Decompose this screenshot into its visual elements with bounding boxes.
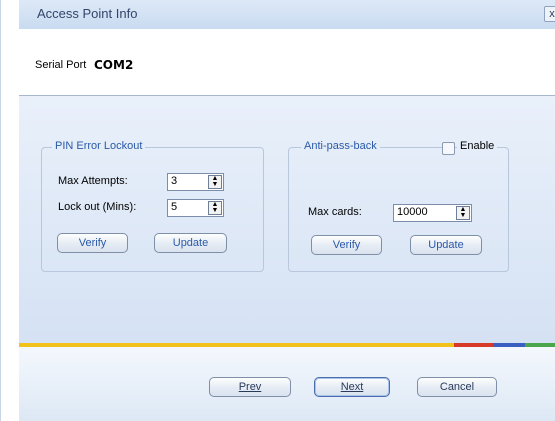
lockout-minutes-value: 5 [171,201,178,213]
spin-arrows-icon[interactable]: ▲ ▼ [208,175,222,189]
serial-port-label: Serial Port [35,59,87,71]
serial-port-section: Serial Port COM2 [19,29,555,96]
wizard-footer: Prev Next Cancel [19,347,555,421]
serial-port-value: COM2 [94,58,134,72]
pin-update-button[interactable]: Update [154,233,227,253]
enable-label[interactable]: Enable [457,140,498,152]
lockout-minutes-spinner[interactable]: 5 ▲ ▼ [167,199,224,217]
next-button[interactable]: Next [314,377,390,397]
window-title: Access Point Info [37,6,138,21]
max-cards-label: Max cards: [308,206,362,218]
spin-arrows-icon[interactable]: ▲ ▼ [208,201,222,215]
pin-error-lockout-group: PIN Error Lockout Max Attempts: 3 ▲ ▼ Loc… [41,140,264,272]
prev-button[interactable]: Prev [209,377,291,397]
anti-pass-back-group: Anti-pass-back Enable Max cards: 10000 ▲… [288,140,509,272]
max-attempts-label: Max Attempts: [58,175,128,187]
cancel-button[interactable]: Cancel [417,377,497,397]
settings-panel: PIN Error Lockout Max Attempts: 3 ▲ ▼ Loc… [19,96,555,343]
max-cards-value: 10000 [397,206,428,218]
max-cards-spinner[interactable]: 10000 ▲ ▼ [393,204,472,222]
max-attempts-value: 3 [171,175,178,187]
title-bar: Access Point Info x [19,0,555,29]
next-button-label: Next [340,381,364,393]
pin-error-lockout-legend: PIN Error Lockout [52,140,146,152]
close-button[interactable]: x [544,6,555,22]
lockout-minutes-label: Lock out (Mins): [58,201,137,213]
pin-verify-button[interactable]: Verify [57,233,128,253]
apb-update-button[interactable]: Update [410,235,482,255]
prev-button-label: Prev [238,381,262,393]
max-attempts-spinner[interactable]: 3 ▲ ▼ [167,173,224,191]
access-point-info-window: Access Point Info x Serial Port COM2 PIN… [0,0,555,421]
enable-checkbox[interactable] [442,142,455,155]
apb-verify-button[interactable]: Verify [311,235,382,255]
spin-arrows-icon[interactable]: ▲ ▼ [456,206,470,220]
anti-pass-back-legend: Anti-pass-back [301,140,380,152]
